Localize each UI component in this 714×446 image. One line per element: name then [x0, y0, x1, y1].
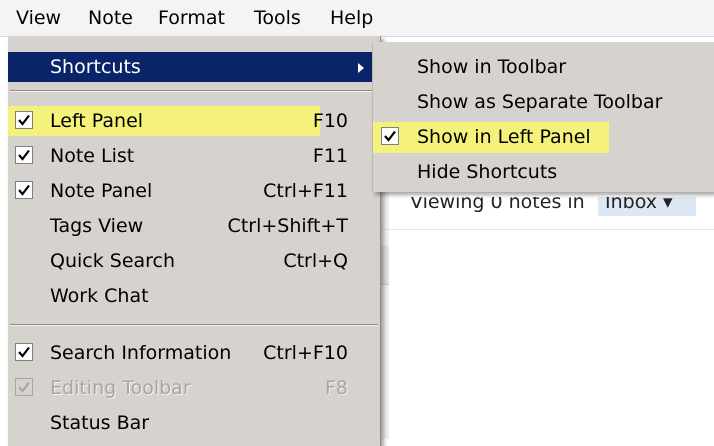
- menu-item-label: Search Information: [50, 342, 232, 364]
- menu-item-label: Left Panel: [50, 110, 144, 132]
- checkmark-icon: [381, 127, 399, 145]
- menu-item-work-chat[interactable]: Work Chat: [8, 281, 380, 311]
- submenu-item-label: Show in Toolbar: [417, 56, 567, 78]
- menu-separator: [10, 324, 378, 326]
- menu-item-shortcut: F11: [312, 145, 348, 167]
- menu-item-tags-view[interactable]: Tags View Ctrl+Shift+T: [8, 211, 380, 241]
- menu-item-label: Status Bar: [50, 412, 150, 434]
- menu-item-shortcut: Ctrl+F11: [263, 180, 348, 202]
- shortcuts-submenu: Show in Toolbar Show as Separate Toolbar…: [372, 42, 714, 192]
- menu-item-note-panel[interactable]: Note Panel Ctrl+F11: [8, 176, 380, 206]
- checkmark-icon: [15, 378, 33, 396]
- submenu-item-label: Show in Left Panel: [417, 126, 591, 148]
- checkmark-icon: [15, 111, 33, 129]
- menu-item-note-list[interactable]: Note List F11: [8, 141, 380, 171]
- checkmark-icon: [15, 181, 33, 199]
- menu-item-shortcut: F10: [312, 110, 348, 132]
- submenu-item-show-as-separate-toolbar[interactable]: Show as Separate Toolbar: [373, 87, 714, 118]
- menu-item-editing-toolbar: Editing Toolbar F8: [8, 373, 380, 403]
- menu-item-label: Work Chat: [50, 285, 149, 307]
- checkmark-icon: [15, 343, 33, 361]
- submenu-arrow-icon: [358, 63, 364, 73]
- submenu-item-hide-shortcuts[interactable]: Hide Shortcuts: [373, 157, 714, 188]
- menu-bar: View Note Format Tools Help: [0, 0, 714, 37]
- menu-view[interactable]: View: [16, 7, 61, 29]
- menu-item-search-information[interactable]: Search Information Ctrl+F10: [8, 338, 380, 368]
- menu-item-quick-search[interactable]: Quick Search Ctrl+Q: [8, 246, 380, 276]
- menu-item-label: Editing Toolbar: [50, 377, 191, 399]
- menu-item-left-panel[interactable]: Left Panel F10: [8, 106, 348, 136]
- menu-item-shortcuts[interactable]: Shortcuts: [8, 52, 380, 82]
- menu-item-label: Note Panel: [50, 180, 153, 202]
- menu-item-label: Shortcuts: [50, 56, 141, 78]
- menu-separator: [10, 90, 378, 92]
- view-menu: Shortcuts Left Panel F10 Note List F11 N…: [8, 36, 381, 446]
- menu-item-label: Quick Search: [50, 250, 176, 272]
- submenu-item-label: Hide Shortcuts: [417, 161, 558, 183]
- menu-item-status-bar[interactable]: Status Bar: [8, 408, 380, 438]
- menu-note[interactable]: Note: [88, 7, 133, 29]
- menu-help[interactable]: Help: [330, 7, 373, 29]
- submenu-item-show-in-left-panel[interactable]: Show in Left Panel: [373, 122, 609, 153]
- menu-item-label: Tags View: [50, 215, 144, 237]
- left-panel-edge-mark: [381, 246, 389, 285]
- checkmark-icon: [15, 146, 33, 164]
- menu-format[interactable]: Format: [158, 7, 225, 29]
- submenu-item-label: Show as Separate Toolbar: [417, 91, 663, 113]
- menu-tools[interactable]: Tools: [254, 7, 301, 29]
- menu-item-shortcut: Ctrl+Q: [283, 250, 348, 272]
- menu-item-shortcut: F8: [324, 377, 348, 399]
- divider: [380, 229, 714, 230]
- menu-item-label: Note List: [50, 145, 135, 167]
- menu-item-shortcut: Ctrl+Shift+T: [227, 215, 348, 237]
- menu-item-shortcut: Ctrl+F10: [263, 342, 348, 364]
- submenu-item-show-in-toolbar[interactable]: Show in Toolbar: [373, 52, 714, 83]
